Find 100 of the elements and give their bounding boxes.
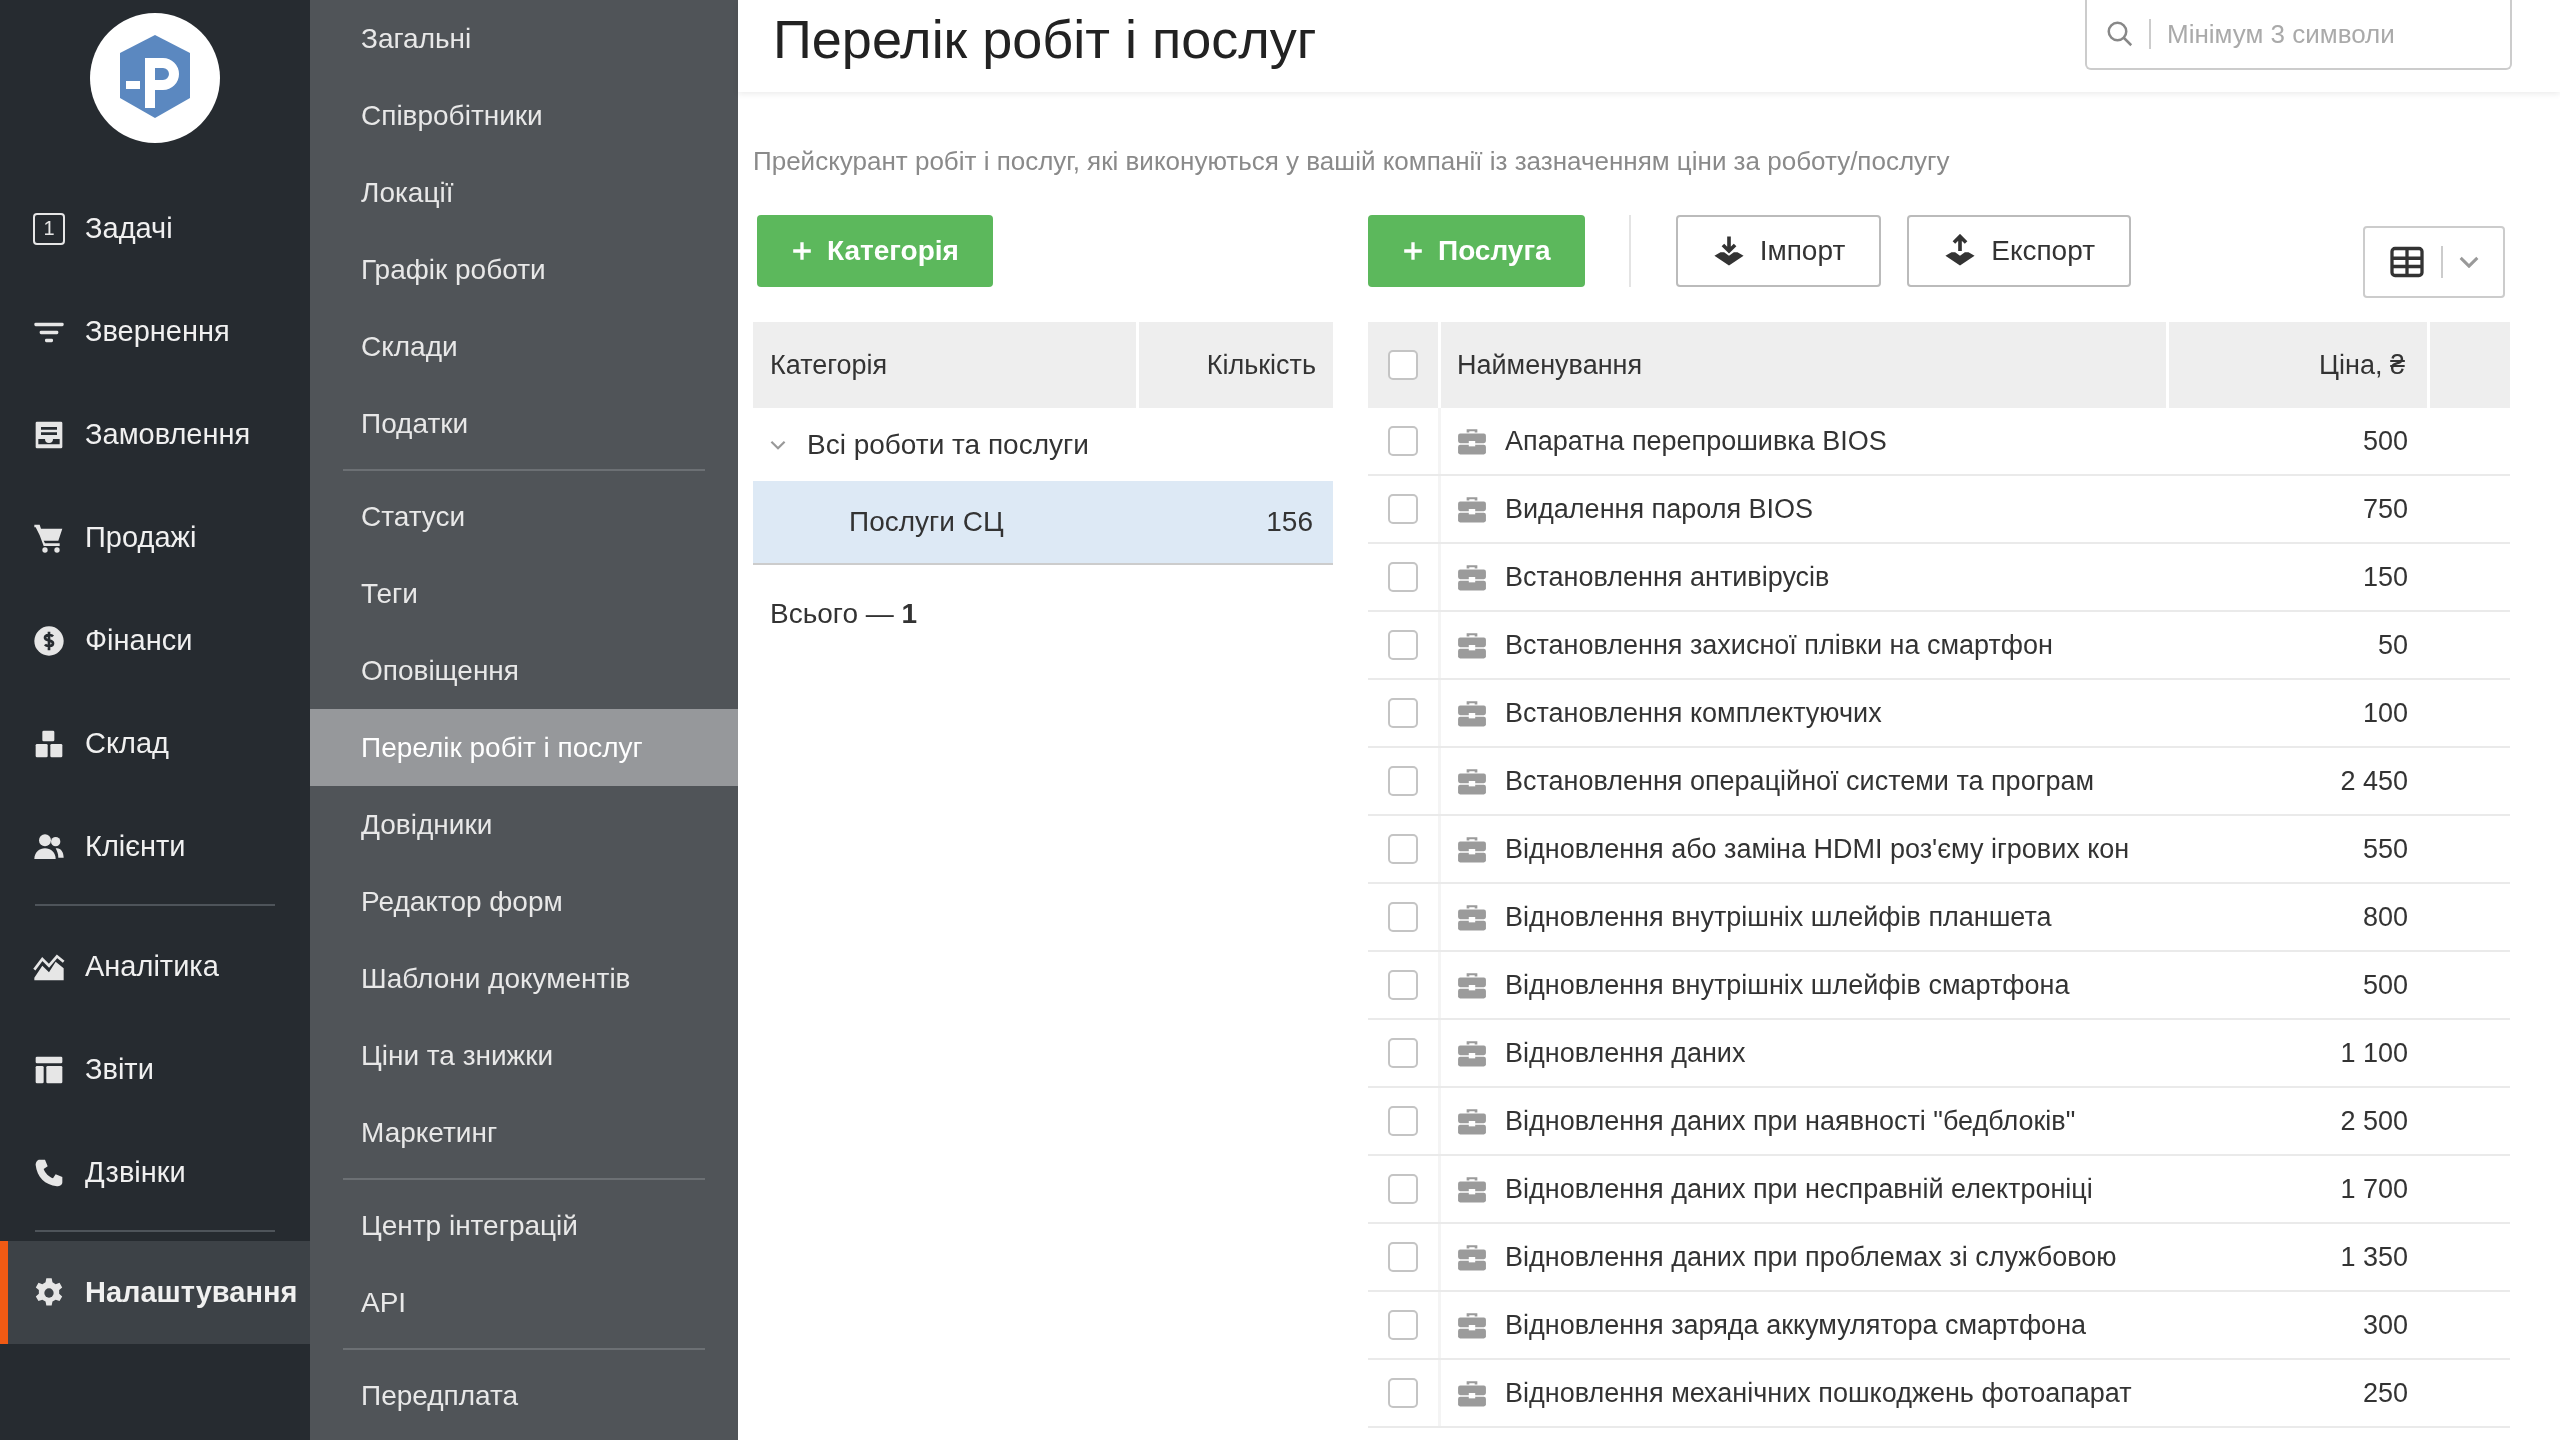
briefcase-icon (1457, 1379, 1487, 1407)
menu-item[interactable]: Передплата (310, 1357, 738, 1434)
service-price: 800 (2362, 901, 2408, 933)
nav-item[interactable]: 1 Задачі (0, 177, 310, 280)
number-icon: 1 (33, 212, 65, 245)
category-count: 156 (1266, 506, 1313, 538)
nav-item[interactable]: Дзвінки (0, 1121, 310, 1224)
service-name: Відновлення внутрішніх шлейфів смартфона (1505, 969, 2070, 1001)
briefcase-icon (1457, 699, 1487, 727)
service-price: 50 (2377, 629, 2408, 661)
nav-item[interactable]: Продажі (0, 486, 310, 589)
service-price: 300 (2362, 1309, 2408, 1341)
row-checkbox[interactable] (1388, 902, 1418, 932)
search-icon (2105, 19, 2135, 49)
total-count: Всього — 1 (769, 598, 919, 630)
service-name: Апаратна перепрошивка BIOS (1505, 425, 1887, 457)
row-checkbox[interactable] (1388, 562, 1418, 592)
service-name: Встановлення антивірусів (1505, 561, 1830, 593)
row-checkbox[interactable] (1388, 1106, 1418, 1136)
view-toggle-button[interactable] (2363, 226, 2505, 298)
dollar-icon (33, 624, 65, 657)
page-description: Прейскурант робіт і послуг, які виконуються у вашій компанії із зазначенням ціни за роботу/послугу (753, 146, 1951, 177)
service-name: Відновлення даних (1505, 1037, 1746, 1069)
briefcase-icon (1457, 1243, 1487, 1271)
briefcase-icon (1457, 631, 1487, 659)
service-name: Встановлення захисної плівки на смартфон (1505, 629, 2053, 661)
menu-item[interactable]: Теги (310, 555, 738, 632)
nav-item[interactable]: Аналітика (0, 915, 310, 1018)
row-checkbox[interactable] (1388, 1242, 1418, 1272)
briefcase-icon (1457, 495, 1487, 523)
row-checkbox[interactable] (1388, 1310, 1418, 1340)
briefcase-icon (1457, 1311, 1487, 1339)
menu-item[interactable]: Ціни та знижки (310, 1017, 738, 1094)
logo-icon[interactable] (90, 13, 220, 143)
menu-item[interactable]: Статуси (310, 478, 738, 555)
menu-item[interactable]: Співробітники (310, 77, 738, 154)
row-checkbox[interactable] (1388, 426, 1418, 456)
search-box[interactable]: Мінімум 3 символи (2085, 0, 2512, 70)
service-name: Відновлення внутрішніх шлейфів планшета (1505, 901, 2052, 933)
menu-item[interactable]: Податки (310, 385, 738, 462)
briefcase-icon (1457, 427, 1487, 455)
category-row[interactable]: Послуги СЦ 156 (753, 481, 1333, 565)
service-price: 750 (2362, 493, 2408, 525)
nav-item[interactable]: Звіти (0, 1018, 310, 1121)
briefcase-icon (1457, 1039, 1487, 1067)
service-name: Відновлення даних при несправній електроніці (1505, 1173, 2093, 1205)
row-checkbox[interactable] (1388, 1174, 1418, 1204)
menu-item[interactable]: Маркетинг (310, 1094, 738, 1171)
menu-item[interactable]: Центр інтеграцій (310, 1187, 738, 1264)
menu-item[interactable]: Склади (310, 308, 738, 385)
service-price: 1 350 (2340, 1241, 2408, 1273)
category-name: Послуги СЦ (849, 506, 1004, 538)
service-price: 550 (2362, 833, 2408, 865)
row-checkbox[interactable] (1388, 630, 1418, 660)
service-price: 1 700 (2340, 1173, 2408, 1205)
export-button[interactable]: Експорт (1907, 215, 2131, 287)
menu-item[interactable]: Редактор форм (310, 863, 738, 940)
service-price: 2 450 (2340, 765, 2408, 797)
briefcase-icon (1457, 1175, 1487, 1203)
nav-item[interactable]: Склад (0, 692, 310, 795)
row-checkbox[interactable] (1388, 494, 1418, 524)
row-checkbox[interactable] (1388, 698, 1418, 728)
tree-item[interactable]: Всі роботи та послуги (753, 408, 1333, 481)
service-name: Відновлення механічних пошкоджень фотоапарат (1505, 1377, 2132, 1409)
plus-icon (791, 240, 813, 262)
menu-item[interactable]: Загальні (310, 0, 738, 77)
menu-item[interactable]: Довідники (310, 786, 738, 863)
service-price: 500 (2362, 425, 2408, 457)
service-price: 100 (2362, 697, 2408, 729)
service-name: Встановлення комплектуючих (1505, 697, 1882, 729)
column-header: Кількість (1139, 322, 1333, 408)
menu-item[interactable]: Локації (310, 154, 738, 231)
row-checkbox[interactable] (1388, 766, 1418, 796)
briefcase-icon (1457, 767, 1487, 795)
nav-item[interactable]: Фінанси (0, 589, 310, 692)
nav-item[interactable]: Звернення (0, 280, 310, 383)
service-price: 250 (2362, 1377, 2408, 1409)
menu-item[interactable]: Оповіщення (310, 632, 738, 709)
import-button[interactable]: Імпорт (1675, 215, 1882, 287)
settings-icon (33, 1276, 65, 1309)
page-title: Перелік робіт і послуг (773, 8, 1317, 70)
nav-item[interactable]: Замовлення (0, 383, 310, 486)
briefcase-icon (1457, 971, 1487, 999)
row-checkbox[interactable] (1388, 834, 1418, 864)
menu-item[interactable]: Графік роботи (310, 231, 738, 308)
service-name: Відновлення даних при проблемах зі службовою (1505, 1241, 2117, 1273)
menu-item[interactable]: API (310, 1264, 738, 1341)
briefcase-icon (1457, 835, 1487, 863)
service-price: 150 (2362, 561, 2408, 593)
row-checkbox[interactable] (1388, 970, 1418, 1000)
row-checkbox[interactable] (1388, 1038, 1418, 1068)
briefcase-icon (1457, 563, 1487, 591)
select-all-checkbox[interactable] (1388, 350, 1418, 380)
column-header: Найменування (1457, 349, 1643, 381)
nav-item[interactable]: Налаштування (0, 1241, 310, 1344)
service-name: Відновлення даних при наявності "бедблоків" (1505, 1105, 2076, 1137)
row-checkbox[interactable] (1388, 1378, 1418, 1408)
menu-item[interactable]: Шаблони документів (310, 940, 738, 1017)
nav-item[interactable]: Клієнти (0, 795, 310, 898)
grid-icon (2389, 244, 2425, 280)
